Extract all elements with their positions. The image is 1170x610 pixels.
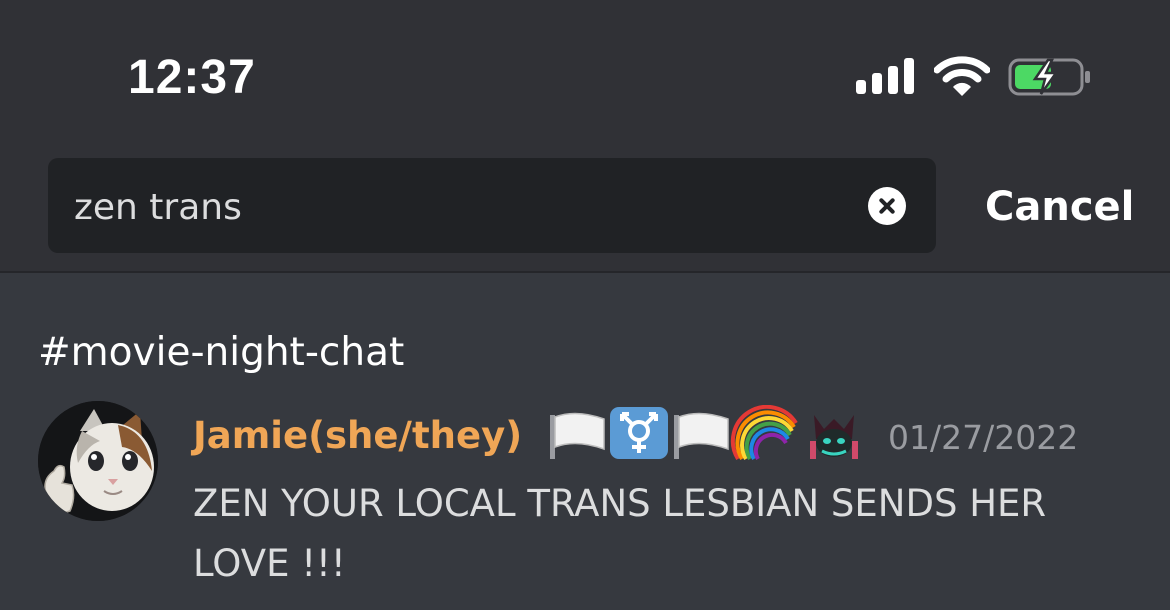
- custom-emoji-icon: [810, 415, 858, 459]
- white-flag-icon: [550, 412, 605, 459]
- search-input[interactable]: [72, 182, 836, 232]
- cancel-button[interactable]: Cancel: [985, 184, 1134, 230]
- wifi-icon: [934, 56, 990, 96]
- rainbow-icon: [730, 405, 798, 461]
- white-flag-icon: [674, 412, 729, 459]
- status-time: 12:37: [128, 51, 256, 104]
- cellular-signal-icon: [856, 58, 914, 94]
- search-bar[interactable]: [48, 158, 936, 253]
- cat-avatar-icon: [38, 401, 158, 521]
- message-author[interactable]: Jamie(she/they): [193, 414, 522, 457]
- top-bar: 12:37 Cancel: [0, 0, 1170, 273]
- avatar[interactable]: [38, 401, 158, 521]
- transgender-symbol-icon: [610, 407, 668, 459]
- author-badges: [550, 405, 858, 461]
- clear-search-icon[interactable]: [868, 187, 906, 225]
- battery-charging-icon: [1008, 58, 1090, 96]
- channel-header[interactable]: #movie-night-chat: [38, 330, 404, 375]
- message-content[interactable]: ZEN YOUR LOCAL TRANS LESBIAN SENDS HER L…: [193, 474, 1093, 594]
- message-timestamp: 01/27/2022: [888, 418, 1079, 457]
